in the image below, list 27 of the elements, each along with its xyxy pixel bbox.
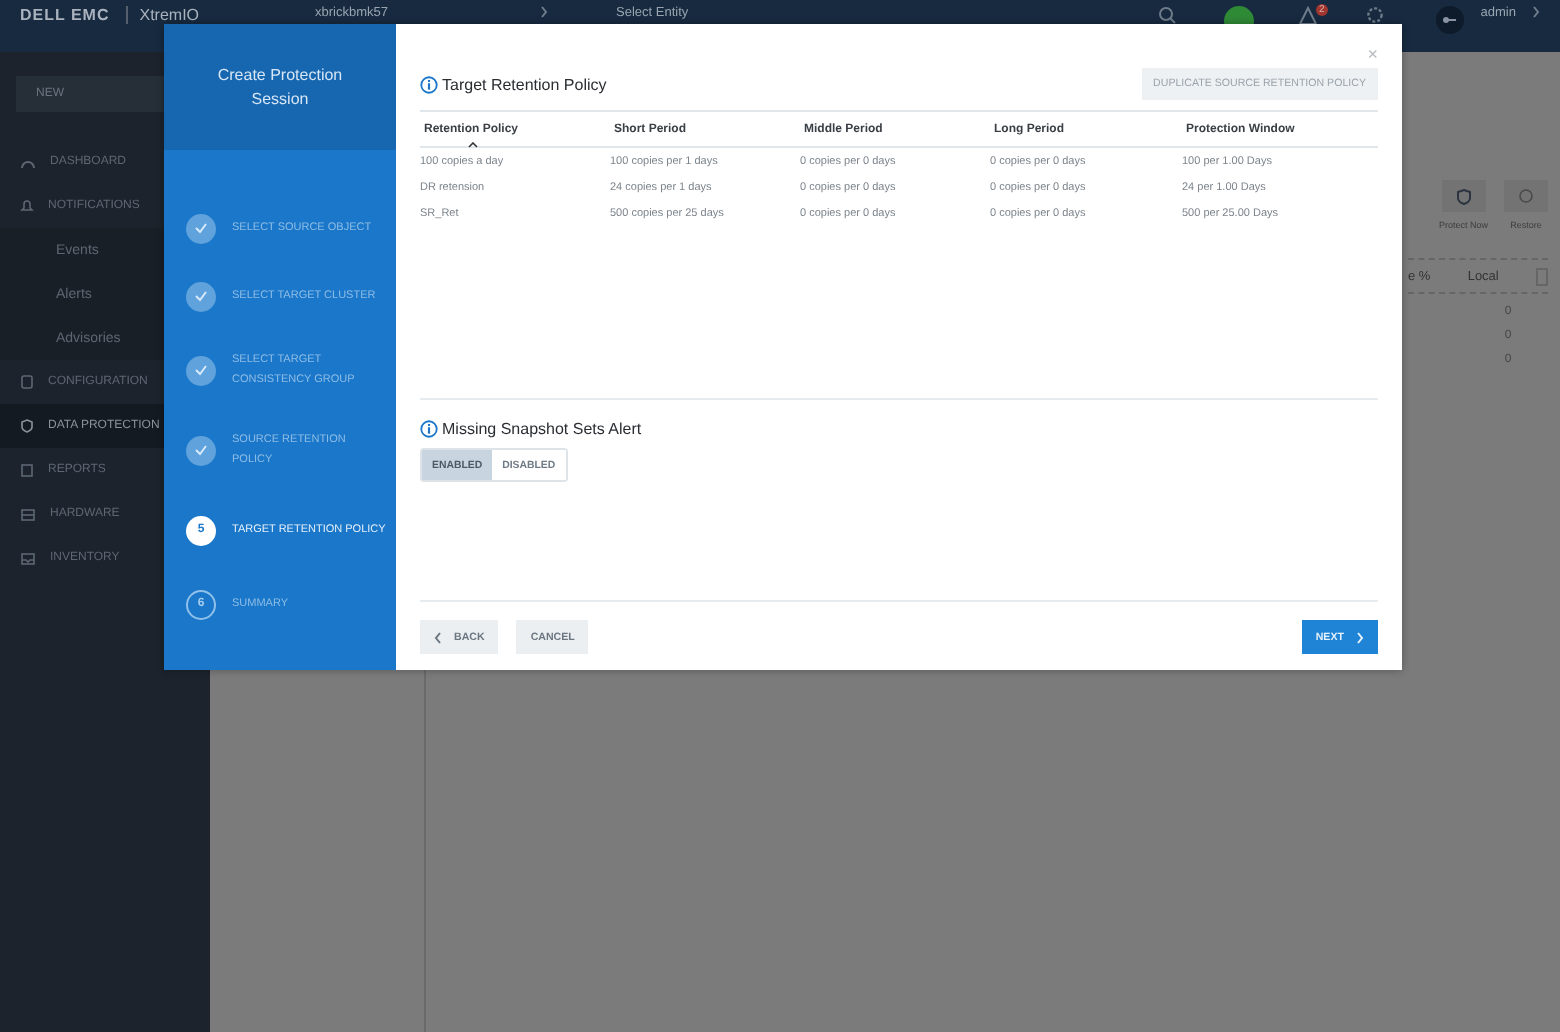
shield-icon [1455,187,1472,205]
chevron-icon [434,631,442,643]
search-icon[interactable] [1158,6,1177,24]
server-icon [20,507,36,521]
bell-icon [20,198,34,214]
database-icon [20,374,34,390]
shield-icon [20,418,34,434]
caret-icon [1532,6,1540,18]
inbox-icon [20,551,36,565]
toolbar-button[interactable] [1441,180,1486,212]
chevron-icon [540,6,549,18]
key-icon[interactable] [1436,6,1465,34]
check-icon [194,290,208,302]
clipboard-icon [20,462,34,478]
info-icon [420,75,438,93]
section-title: Target Retention Policy [442,75,607,93]
check-icon [194,222,208,234]
check-icon [194,364,208,376]
brand-logo: DELL EMC [20,6,110,24]
alert-icon[interactable] [1298,6,1319,26]
chevron-icon [1356,631,1364,643]
check-icon [194,444,208,456]
settings-icon[interactable] [1366,6,1385,24]
section-title: Missing Snapshot Sets Alert [442,420,642,438]
info-icon [420,420,438,438]
gauge-icon [20,155,36,169]
dialog-title: Create Protection Session [164,24,396,150]
